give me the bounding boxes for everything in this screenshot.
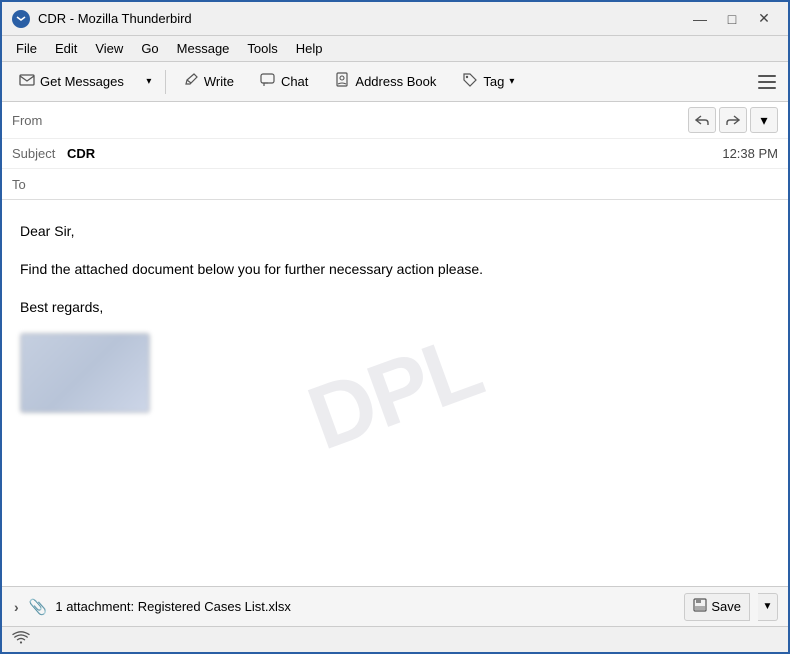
- menu-edit[interactable]: Edit: [47, 39, 85, 58]
- email-header: From ▾ Subject CD: [2, 102, 788, 200]
- maximize-button[interactable]: □: [718, 8, 746, 30]
- save-attachment-button[interactable]: Save: [684, 593, 750, 621]
- email-actions: ▾: [688, 107, 778, 133]
- attachment-expand-icon[interactable]: ›: [12, 597, 21, 617]
- watermark: DPL: [296, 315, 495, 471]
- address-book-label: Address Book: [355, 74, 436, 89]
- reply-button[interactable]: [688, 107, 716, 133]
- menu-view[interactable]: View: [87, 39, 131, 58]
- save-icon: [693, 598, 707, 615]
- window-title: CDR - Mozilla Thunderbird: [38, 11, 686, 26]
- attachment-thumb-inner: [21, 334, 149, 412]
- get-messages-label: Get Messages: [40, 74, 124, 89]
- menu-help[interactable]: Help: [288, 39, 331, 58]
- title-bar: CDR - Mozilla Thunderbird — □ ✕: [2, 2, 788, 36]
- toolbar: Get Messages ▾ Write Chat: [2, 62, 788, 102]
- menu-tools[interactable]: Tools: [239, 39, 285, 58]
- address-book-button[interactable]: Address Book: [323, 67, 447, 97]
- write-label: Write: [204, 74, 234, 89]
- subject-value: CDR: [67, 146, 722, 161]
- email-body: DPL Dear Sir, Find the attached document…: [2, 200, 788, 586]
- to-label: To: [12, 177, 67, 192]
- get-messages-icon: [19, 72, 35, 92]
- email-line2: Best regards,: [20, 296, 770, 320]
- write-button[interactable]: Write: [172, 67, 245, 97]
- tag-icon: [462, 72, 478, 92]
- attachment-thumbnail: [20, 333, 150, 413]
- toolbar-divider-1: [165, 70, 166, 94]
- more-actions-button[interactable]: ▾: [750, 107, 778, 133]
- chat-icon: [260, 72, 276, 92]
- tag-label: Tag: [483, 74, 504, 89]
- write-icon: [183, 72, 199, 92]
- minimize-button[interactable]: —: [686, 8, 714, 30]
- app-icon: [12, 10, 30, 28]
- hamburger-menu-button[interactable]: [752, 67, 782, 97]
- save-dropdown-button[interactable]: ▼: [758, 593, 778, 621]
- get-messages-dropdown[interactable]: ▾: [139, 67, 159, 97]
- attachment-bar: › 📎 1 attachment: Registered Cases List.…: [2, 586, 788, 626]
- from-row: From ▾: [2, 102, 788, 139]
- subject-label: Subject: [12, 146, 67, 161]
- connection-icon: [12, 630, 30, 649]
- attachment-info: 1 attachment: Registered Cases List.xlsx: [55, 599, 676, 614]
- subject-row: Subject CDR 12:38 PM: [2, 139, 788, 169]
- forward-button[interactable]: [719, 107, 747, 133]
- tag-button[interactable]: Tag ▾: [451, 67, 525, 97]
- from-label: From: [12, 113, 67, 128]
- to-row: To: [2, 169, 788, 199]
- close-button[interactable]: ✕: [750, 8, 778, 30]
- save-dropdown-arrow: ▼: [763, 601, 773, 612]
- get-messages-button[interactable]: Get Messages: [8, 67, 135, 97]
- save-label: Save: [711, 599, 741, 614]
- window-controls: — □ ✕: [686, 8, 778, 30]
- status-bar: [2, 626, 788, 652]
- email-body-text: Dear Sir, Find the attached document bel…: [20, 220, 770, 319]
- chat-button[interactable]: Chat: [249, 67, 319, 97]
- email-timestamp: 12:38 PM: [722, 146, 778, 161]
- email-greeting: Dear Sir,: [20, 220, 770, 244]
- menu-message[interactable]: Message: [169, 39, 238, 58]
- menu-file[interactable]: File: [8, 39, 45, 58]
- email-line1: Find the attached document below you for…: [20, 258, 770, 282]
- menu-bar: File Edit View Go Message Tools Help: [2, 36, 788, 62]
- address-book-icon: [334, 72, 350, 92]
- main-window: CDR - Mozilla Thunderbird — □ ✕ File Edi…: [0, 0, 790, 654]
- attachment-clip-icon: 📎: [29, 598, 48, 616]
- tag-dropdown-arrow: ▾: [509, 76, 514, 87]
- menu-go[interactable]: Go: [133, 39, 166, 58]
- chat-label: Chat: [281, 74, 308, 89]
